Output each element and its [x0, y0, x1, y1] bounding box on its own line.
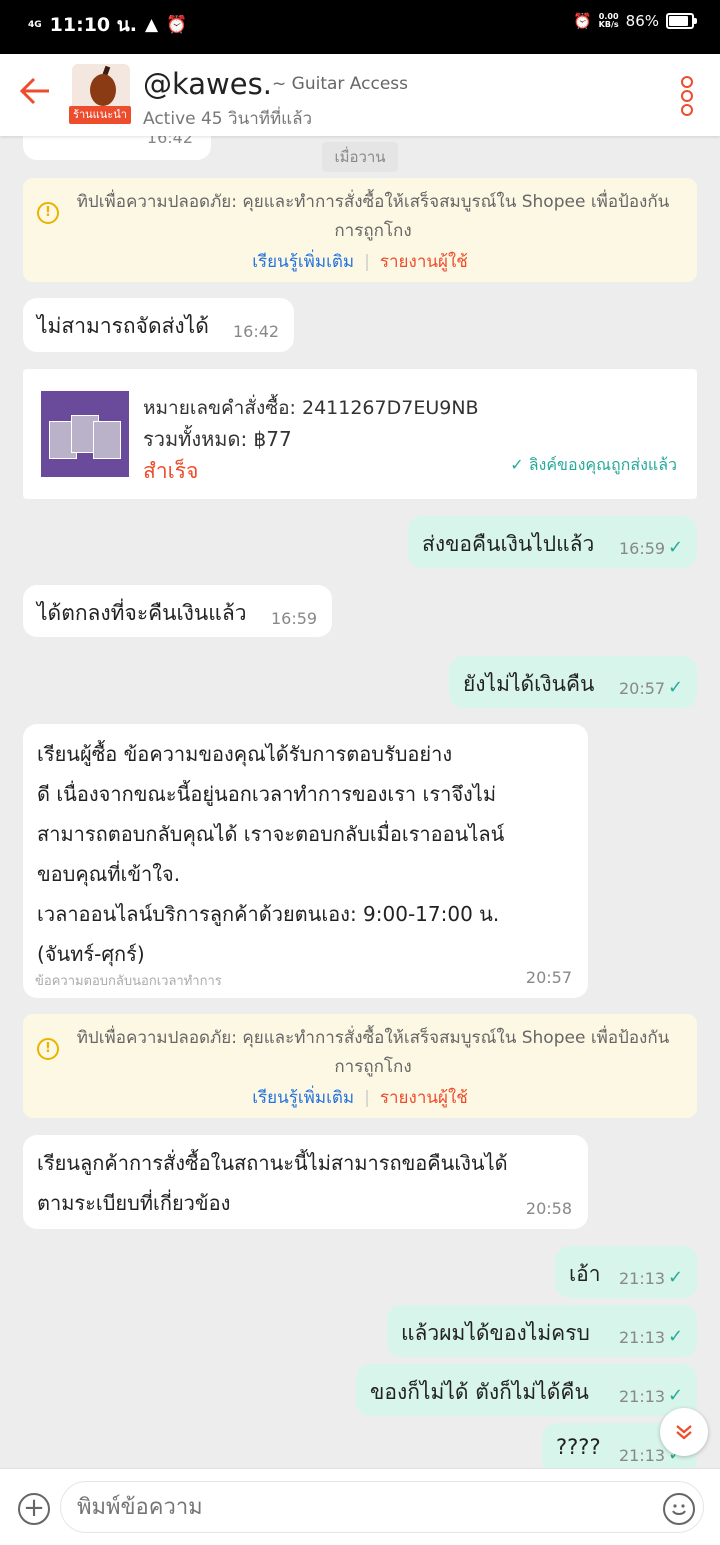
message-bubble-outgoing[interactable]: เอ้า 21:13 ✓ [555, 1246, 697, 1298]
message-time: 20:58 [525, 1199, 572, 1218]
message-composer: + [0, 1468, 720, 1545]
shop-name[interactable]: ~ Guitar Access [272, 74, 408, 94]
plus-circle-icon[interactable]: + [18, 1493, 50, 1525]
message-bubble-outgoing[interactable]: แล้วผมได้ของไม่ครบ 21:13 ✓ [387, 1305, 697, 1357]
learn-more-link[interactable]: เรียนรู้เพิ่มเติม [252, 1088, 354, 1108]
battery-icon [666, 13, 697, 29]
active-status: Active 45 วินาทีที่แล้ว [143, 109, 313, 129]
chat-header: ร้านแนะนำ @kawes. ~ Guitar Access Active… [0, 54, 720, 136]
message-text: ???? [556, 1435, 601, 1459]
message-time: 21:13 [619, 1328, 666, 1347]
message-time: 21:13 [619, 1387, 666, 1406]
message-text: ยังไม่ได้เงินคืน [463, 672, 595, 696]
message-bubble-outgoing[interactable]: ส่งขอคืนเงินไปแล้ว 16:59 ✓ [408, 516, 697, 568]
info-icon: ! [37, 202, 59, 224]
report-user-link[interactable]: รายงานผู้ใช้ [380, 252, 468, 272]
message-bubble-outgoing[interactable]: ของก็ไม่ได้ ตังก็ไม่ได้คืน 21:13 ✓ [356, 1364, 697, 1416]
alarm-icon: ⏰ [572, 12, 592, 30]
message-time: 16:59 [619, 539, 666, 558]
safety-tip: ! ทิปเพื่อความปลอดภัย: คุยและทำการสั่งซื… [23, 178, 697, 282]
data-speed: 0.00 KB/s [598, 12, 619, 29]
message-input[interactable] [60, 1481, 704, 1533]
link-sent-label: ✓ ลิงค์ของคุณถูกส่งแล้ว [510, 455, 677, 474]
check-icon: ✓ [510, 455, 529, 474]
message-bubble-incoming[interactable]: สินค้าหมด 16:42 [23, 136, 211, 160]
message-text: แล้วผมได้ของไม่ครบ [401, 1321, 590, 1345]
order-status: สำเร็จ [143, 459, 199, 483]
clock: 11:10 น. [49, 14, 137, 36]
warning-icon: ▲ [144, 15, 159, 35]
message-bubble-incoming[interactable]: ได้ตกลงที่จะคืนเงินแล้ว 16:59 [23, 585, 332, 637]
message-text: ไม่สามารถจัดส่งได้ [37, 314, 209, 338]
autoreply-note: ข้อความตอบกลับนอกเวลาทำการ [35, 974, 222, 989]
message-text: สินค้าหมด [37, 136, 131, 145]
message-text: เอ้า [569, 1262, 601, 1286]
smile-icon[interactable] [663, 1493, 695, 1525]
more-vertical-icon[interactable] [680, 76, 694, 116]
message-text: เรียนลูกค้าการสั่งซื้อในสถานะนี้ไม่สามาร… [37, 1151, 508, 1215]
order-card[interactable]: หมายเลขคำสั่งซื้อ: 2411267D7EU9NB รวมทั้… [23, 369, 697, 499]
check-icon: ✓ [668, 1326, 684, 1347]
order-total: รวมทั้งหมด: ฿77 [143, 427, 292, 451]
message-time: 16:42 [233, 322, 280, 341]
date-separator: เมื่อวาน [322, 142, 398, 172]
chevron-double-down-icon[interactable] [660, 1408, 708, 1456]
safety-tip: ! ทิปเพื่อความปลอดภัย: คุยและทำการสั่งซื… [23, 1014, 697, 1118]
safety-tip-text: ทิปเพื่อความปลอดภัย: คุยและทำการสั่งซื้อ… [76, 1028, 670, 1077]
check-icon: ✓ [668, 677, 684, 698]
learn-more-link[interactable]: เรียนรู้เพิ่มเติม [252, 252, 354, 272]
message-bubble-incoming[interactable]: เรียนลูกค้าการสั่งซื้อในสถานะนี้ไม่สามาร… [23, 1135, 588, 1229]
report-user-link[interactable]: รายงานผู้ใช้ [380, 1088, 468, 1108]
product-image [41, 391, 129, 477]
safety-tip-text: ทิปเพื่อความปลอดภัย: คุยและทำการสั่งซื้อ… [76, 192, 670, 241]
battery-fill [669, 16, 688, 26]
message-bubble-incoming-autoreply[interactable]: เรียนผู้ซื้อ ข้อความของคุณได้รับการตอบรั… [23, 724, 588, 998]
message-bubble-outgoing[interactable]: ยังไม่ได้เงินคืน 20:57 ✓ [449, 656, 697, 708]
autoreply-text: เรียนผู้ซื้อ ข้อความของคุณได้รับการตอบรั… [37, 742, 505, 966]
message-time: 20:57 [525, 968, 572, 987]
info-icon: ! [37, 1038, 59, 1060]
preferred-shop-badge: ร้านแนะนำ [69, 106, 131, 124]
message-text: ส่งขอคืนเงินไปแล้ว [422, 532, 595, 556]
status-bar: 4G 11:10 น. ▲ ⏰ ⏰ 0.00 KB/s 86% [0, 0, 720, 54]
message-text: ได้ตกลงที่จะคืนเงินแล้ว [37, 601, 247, 625]
message-time: 16:42 [146, 136, 193, 147]
message-time: 21:13 [619, 1446, 666, 1465]
check-icon: ✓ [668, 1385, 684, 1406]
chat-area[interactable]: สินค้าหมด 16:42 เมื่อวาน ! ทิปเพื่อความป… [0, 136, 720, 1468]
message-bubble-incoming[interactable]: ไม่สามารถจัดส่งได้ 16:42 [23, 298, 294, 352]
alarm-icon: ⏰ [166, 15, 188, 35]
message-time: 16:59 [271, 609, 318, 628]
check-icon: ✓ [668, 537, 684, 558]
message-text: ของก็ไม่ได้ ตังก็ไม่ได้คืน [370, 1380, 589, 1404]
arrow-left-icon[interactable] [18, 74, 54, 114]
order-number: หมายเลขคำสั่งซื้อ: 2411267D7EU9NB [143, 397, 479, 419]
message-time: 21:13 [619, 1269, 666, 1288]
username[interactable]: @kawes. [143, 67, 272, 101]
check-icon: ✓ [668, 1267, 684, 1288]
network-indicator: 4G [28, 19, 42, 30]
battery-percent: 86% [625, 12, 659, 30]
message-time: 20:57 [619, 679, 666, 698]
